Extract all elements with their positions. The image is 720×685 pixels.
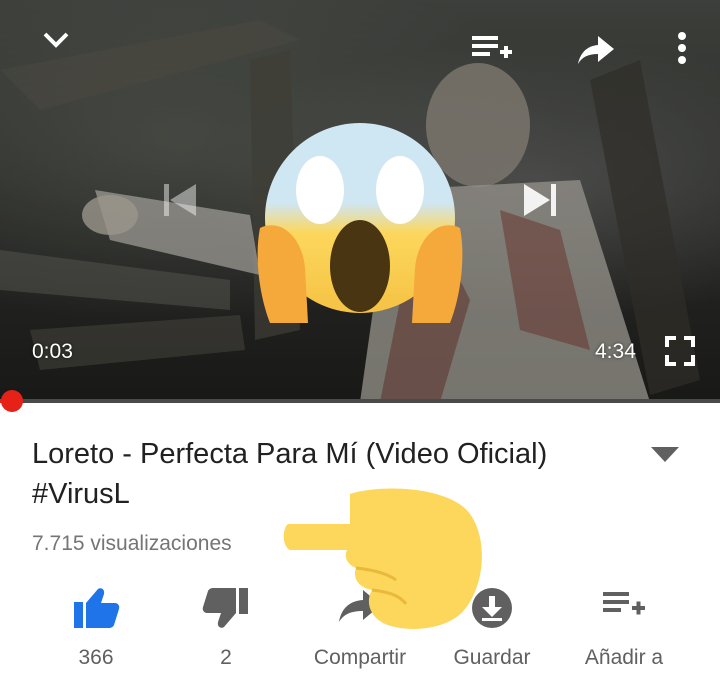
- progress-bar[interactable]: [0, 399, 720, 403]
- chevron-down-icon[interactable]: [36, 24, 76, 56]
- add-label: Añadir a: [584, 646, 664, 669]
- share-label: Compartir: [313, 646, 407, 669]
- thumb-down-icon: [202, 588, 248, 628]
- playlist-add-icon: [603, 592, 645, 615]
- dislike-count: 2: [220, 646, 232, 669]
- fullscreen-icon[interactable]: [662, 334, 698, 368]
- dislike-button[interactable]: 2: [156, 586, 296, 676]
- video-player[interactable]: 0:03 4:34: [0, 0, 720, 402]
- share-button[interactable]: Compartir: [290, 586, 430, 676]
- share-icon[interactable]: [574, 30, 618, 70]
- scrubber-handle[interactable]: [1, 390, 23, 412]
- share-icon: [339, 590, 381, 622]
- skip-next-icon[interactable]: [516, 176, 564, 224]
- duration: 4:34: [595, 340, 636, 363]
- save-button[interactable]: Guardar: [422, 586, 562, 676]
- more-vert-icon[interactable]: [668, 28, 696, 68]
- like-button[interactable]: 366: [26, 586, 166, 676]
- download-icon: [472, 588, 512, 628]
- thumb-up-icon: [74, 588, 120, 628]
- view-count: 7.715 visualizaciones: [32, 532, 232, 555]
- video-title: Loreto - Perfecta Para Mí (Video Oficial…: [32, 438, 548, 510]
- like-count: 366: [78, 646, 114, 669]
- add-to-playlist-button[interactable]: Añadir a: [554, 586, 694, 676]
- playlist-add-icon[interactable]: [468, 30, 516, 66]
- skip-previous-icon[interactable]: [156, 176, 204, 224]
- save-label: Guardar: [453, 646, 531, 669]
- current-time: 0:03: [32, 340, 73, 363]
- expand-description-icon[interactable]: [648, 444, 682, 466]
